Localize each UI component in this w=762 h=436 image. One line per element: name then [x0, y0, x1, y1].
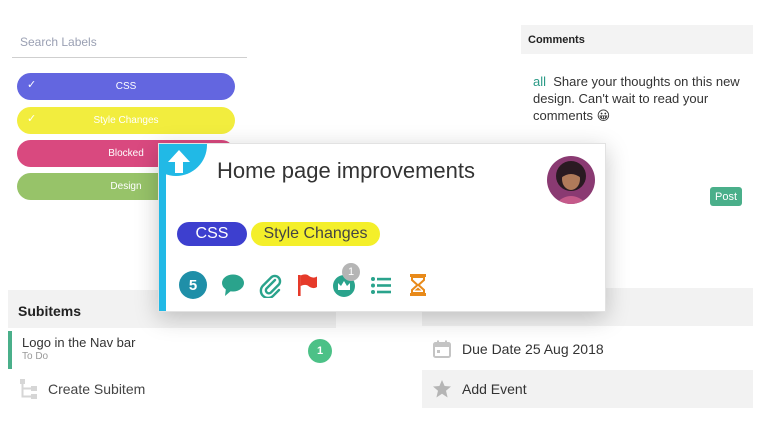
tag-text: Style Changes: [263, 225, 368, 242]
avatar[interactable]: [547, 156, 595, 204]
crown-count-badge: 1: [342, 263, 360, 281]
subitem-status: To Do: [22, 351, 49, 362]
card-title[interactable]: Home page improvements: [217, 158, 475, 184]
label-option-css[interactable]: ✓ CSS: [17, 73, 235, 100]
subitem-tree-icon: [20, 379, 37, 399]
comment-text: Share your thoughts on this new design. …: [533, 74, 740, 123]
label-option-text: Blocked: [108, 148, 144, 159]
label-option-text: CSS: [115, 81, 137, 92]
star-icon: [433, 380, 451, 398]
tag-text: CSS: [195, 225, 229, 242]
label-search-box[interactable]: [12, 26, 247, 58]
item-card[interactable]: Home page improvements CSS Style Changes…: [158, 143, 606, 312]
tag-css[interactable]: CSS: [177, 222, 247, 246]
subitem-title: Logo in the Nav bar: [22, 335, 136, 350]
subitem-row[interactable]: Logo in the Nav bar To Do 1: [8, 331, 336, 369]
add-event-text: Add Event: [462, 381, 527, 397]
create-subitem-button[interactable]: Create Subitem: [18, 376, 145, 402]
check-icon: ✓: [27, 79, 37, 91]
add-event-row[interactable]: Add Event: [422, 370, 753, 408]
label-option-text: Style Changes: [93, 115, 159, 126]
label-search-input[interactable]: [12, 26, 247, 57]
flag-icon[interactable]: [293, 271, 321, 299]
label-option-text: Design: [110, 181, 142, 192]
calendar-icon: [433, 340, 451, 358]
tag-style-changes[interactable]: Style Changes: [251, 222, 380, 246]
subitem-count-badge[interactable]: 1: [308, 339, 332, 363]
label-option-style-changes[interactable]: ✓ Style Changes: [17, 107, 235, 134]
subitem-count-icon[interactable]: 5: [179, 271, 207, 299]
due-date-text: Due Date 25 Aug 2018: [462, 341, 604, 357]
check-icon: ✓: [27, 113, 37, 125]
due-date-row[interactable]: Due Date 25 Aug 2018: [422, 330, 753, 368]
upload-arrow-icon[interactable]: [167, 149, 191, 175]
comment-body: all Share your thoughts on this new desi…: [533, 73, 753, 124]
hourglass-icon[interactable]: [404, 271, 432, 299]
comments-header: Comments: [521, 25, 753, 54]
paperclip-icon[interactable]: [256, 271, 284, 299]
post-button[interactable]: Post: [710, 187, 742, 206]
mention-tag[interactable]: all: [533, 74, 546, 89]
comment-icon[interactable]: [219, 271, 247, 299]
create-subitem-label: Create Subitem: [48, 381, 146, 397]
list-icon[interactable]: [367, 271, 395, 299]
